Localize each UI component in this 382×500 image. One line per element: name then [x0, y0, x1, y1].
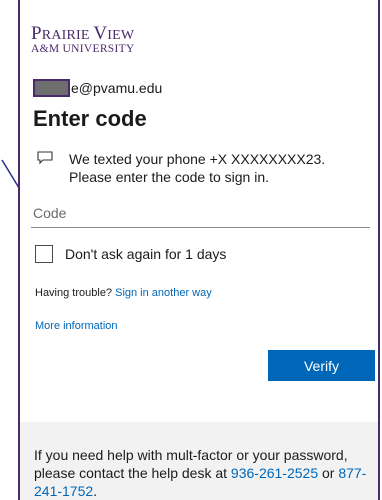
- trouble-prefix: Having trouble?: [35, 287, 116, 299]
- remember-checkbox[interactable]: [35, 245, 53, 263]
- sms-message-text: We texted your phone +X XXXXXXXX23. Plea…: [69, 151, 326, 185]
- message-icon: [37, 150, 59, 186]
- help-phone-1-link[interactable]: 936-261-2525: [231, 465, 318, 481]
- code-input[interactable]: [31, 198, 370, 228]
- more-information-row: More information: [35, 320, 118, 332]
- more-information-link[interactable]: More information: [35, 320, 118, 332]
- email-text: e@pvamu.edu: [71, 80, 163, 96]
- sign-in-another-way-link[interactable]: Sign in another way: [115, 287, 212, 299]
- trouble-text: Having trouble? Sign in another way: [35, 287, 212, 299]
- help-end-text: .: [93, 483, 98, 499]
- account-email: e@pvamu.edu: [33, 79, 162, 97]
- remember-label: Don't ask again for 1 days: [65, 246, 227, 262]
- university-logo: PRAIRIE VIEW A&M UNIVERSITY: [31, 23, 135, 55]
- page-title: Enter code: [33, 106, 147, 131]
- help-or-text: or: [318, 465, 339, 481]
- help-footer: If you need help with mult-factor or you…: [20, 422, 378, 500]
- redaction-box: [33, 79, 70, 97]
- remember-option[interactable]: Don't ask again for 1 days: [35, 245, 226, 263]
- sms-message: We texted your phone +X XXXXXXXX23. Plea…: [37, 150, 367, 186]
- verify-button[interactable]: Verify: [268, 350, 375, 381]
